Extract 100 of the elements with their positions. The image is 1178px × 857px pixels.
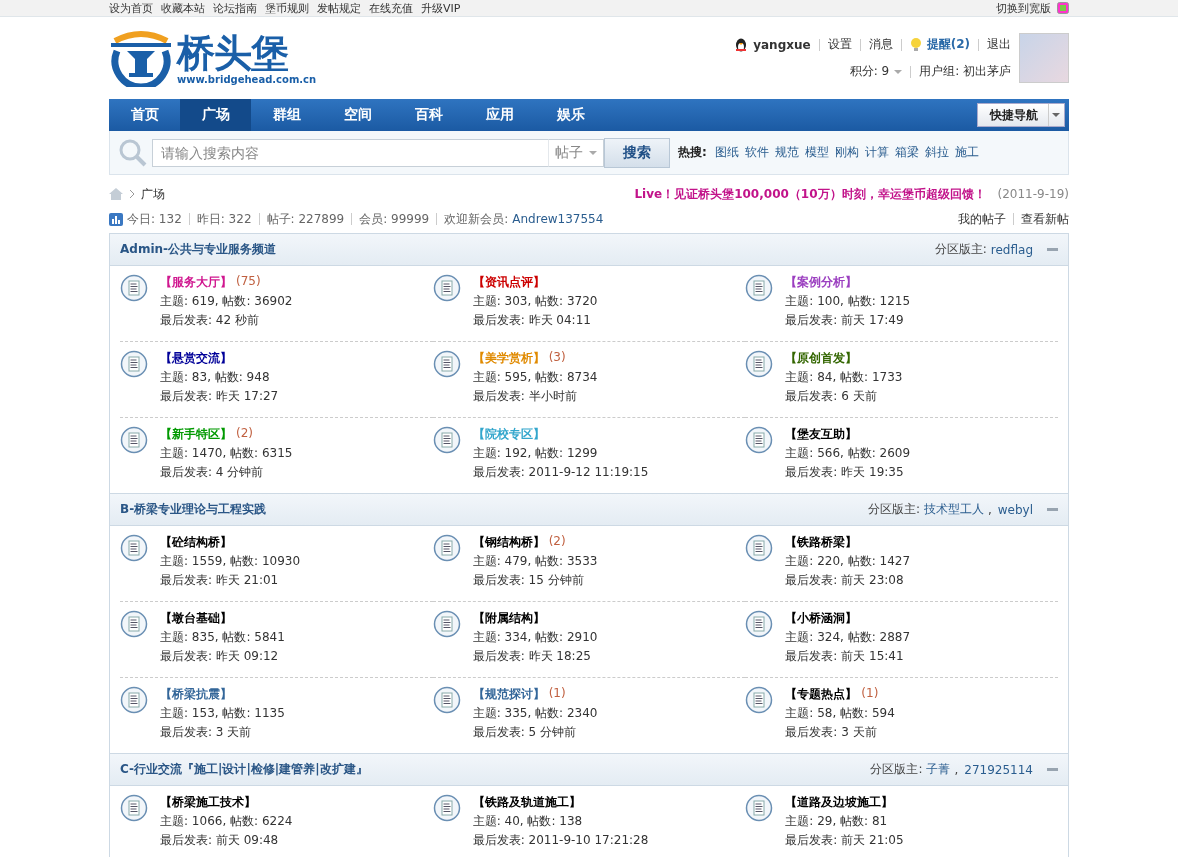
top-link[interactable]: 发帖规定: [317, 0, 361, 16]
user-menu-link[interactable]: 设置: [827, 36, 852, 53]
forum-name-link[interactable]: 【小桥涵洞】: [785, 610, 858, 627]
last-post-text: 最后发表: 2011-9-12 11:19:15: [472, 464, 649, 481]
moderator-link[interactable]: redflag: [990, 242, 1033, 257]
logout-link[interactable]: 退出: [987, 36, 1011, 53]
top-link[interactable]: 论坛指南: [213, 0, 257, 16]
last-post-text: 最后发表: 3 天前: [785, 724, 878, 741]
forum-stats: 主题: 153, 帖数: 1135: [160, 705, 285, 722]
hot-search-link[interactable]: 刚构: [834, 144, 859, 161]
forum-name-link[interactable]: 【墩台基础】: [160, 610, 232, 627]
top-link[interactable]: 设为首页: [109, 0, 153, 16]
search-button[interactable]: 搜索: [604, 137, 670, 168]
forum-stats: 主题: 335, 帖数: 2340: [472, 705, 598, 722]
hot-search-link[interactable]: 软件: [744, 144, 769, 161]
forum-name-link[interactable]: 【桥梁抗震】: [160, 686, 232, 703]
hot-search-label: 热搜:: [678, 144, 707, 161]
breadcrumb-link[interactable]: 广场: [141, 185, 165, 203]
forum-name-link[interactable]: 【砼结构桥】: [160, 534, 232, 551]
last-post-text: 最后发表: 42 秒前: [160, 312, 260, 329]
moderator-label: 分区版主:: [867, 501, 920, 518]
last-post-text: 最后发表: 前天 17:49: [785, 312, 905, 329]
top-link[interactable]: 在线充值: [369, 0, 413, 16]
quick-link[interactable]: 查看新帖: [1021, 210, 1069, 228]
forum-name-link[interactable]: 【原创首发】: [785, 350, 858, 367]
hot-search-link[interactable]: 斜拉: [924, 144, 949, 161]
nav-tab[interactable]: 空间: [322, 99, 393, 131]
logo-url: www.bridgehead.com.cn: [177, 73, 317, 85]
section-title[interactable]: Admin-公共与专业服务频道: [120, 241, 277, 258]
nav-tab[interactable]: 群组: [251, 99, 322, 131]
forum-name-link[interactable]: 【资讯点评】: [472, 274, 545, 291]
forum-name-link[interactable]: 【服务大厅】: [160, 274, 232, 291]
hot-search-link[interactable]: 规范: [774, 144, 799, 161]
announcement-link[interactable]: Live！见证桥头堡100,000（10万）时刻，幸运堡币超级回馈！: [634, 185, 986, 203]
hot-search-link[interactable]: 模型: [804, 144, 829, 161]
last-post-text: 最后发表: 3 天前: [160, 724, 253, 741]
hot-search-link[interactable]: 图纸: [714, 144, 739, 161]
forum-stats: 主题: 100, 帖数: 1215: [785, 293, 911, 310]
forum-name-link[interactable]: 【堡友互助】: [785, 426, 858, 443]
quick-link[interactable]: 我的帖子: [958, 210, 1006, 228]
search-field[interactable]: 请输入搜索内容: [152, 138, 548, 167]
moderator-link[interactable]: 技术型工人: [923, 501, 984, 518]
forum-stats: 主题: 1470, 帖数: 6315: [160, 445, 293, 462]
search-scope-dropdown[interactable]: 帖子: [548, 138, 604, 167]
stat-text: 今日: 132: [127, 210, 182, 228]
nav-tab[interactable]: 娱乐: [535, 99, 606, 131]
new-post-count: (3): [548, 350, 566, 366]
new-member-link[interactable]: Andrew137554: [512, 212, 604, 226]
moderator-link[interactable]: 子菁: [926, 761, 951, 778]
nav-tab[interactable]: 广场: [180, 99, 251, 131]
forum-name-link[interactable]: 【铁路及轨道施工】: [472, 794, 581, 811]
moderator-link[interactable]: webyl: [997, 502, 1033, 517]
new-post-count: (1): [861, 686, 879, 702]
top-link[interactable]: 堡币规则: [265, 0, 309, 16]
user-menu-link[interactable]: 消息: [868, 36, 893, 53]
comma-text: ,: [987, 502, 992, 517]
logo-title: 桥头堡: [177, 31, 289, 74]
forum-name-link[interactable]: 【专题热点】: [785, 686, 858, 703]
forum-name-link[interactable]: 【桥梁施工技术】: [160, 794, 256, 811]
moderator-link[interactable]: 271925114: [964, 762, 1033, 777]
last-post-text: 最后发表: 昨天 18:25: [472, 648, 592, 665]
hot-search-link[interactable]: 施工: [954, 144, 979, 161]
forum-stats: 主题: 1559, 帖数: 10930: [160, 553, 301, 570]
moderator-label: 分区版主:: [870, 761, 923, 778]
forum-name-link[interactable]: 【规范探讨】: [472, 686, 545, 703]
new-post-count: (2): [236, 426, 253, 442]
forum-name-link[interactable]: 【铁路桥梁】: [785, 534, 858, 551]
hot-search-link[interactable]: 箱梁: [894, 144, 919, 161]
new-post-count: (2): [548, 534, 566, 550]
welcome-label: 欢迎新会员:: [444, 210, 509, 228]
username-link[interactable]: yangxue: [753, 37, 811, 52]
reminder-link[interactable]: 提醒(2): [926, 36, 970, 53]
quick-nav-button[interactable]: 快捷导航: [977, 103, 1065, 127]
forum-name-link[interactable]: 【悬赏交流】: [160, 350, 232, 367]
forum-stats: 主题: 619, 帖数: 36902: [160, 293, 293, 310]
announcement-date: (2011-9-19): [997, 187, 1069, 201]
points-dropdown[interactable]: 积分: 9: [849, 63, 890, 80]
last-post-text: 最后发表: 前天 15:41: [785, 648, 905, 665]
nav-tab[interactable]: 首页: [109, 99, 180, 131]
forum-name-link[interactable]: 【附属结构】: [472, 610, 545, 627]
forum-stats: 主题: 479, 帖数: 3533: [472, 553, 598, 570]
section-title[interactable]: C-行业交流『施工|设计|检修|建管养|改扩建』: [120, 761, 368, 778]
forum-name-link[interactable]: 【新手特区】: [160, 426, 232, 443]
forum-stats: 主题: 84, 帖数: 1733: [785, 369, 903, 386]
nav-tab[interactable]: 应用: [464, 99, 535, 131]
top-link[interactable]: 收藏本站: [161, 0, 205, 16]
forum-stats: 主题: 835, 帖数: 5841: [160, 629, 285, 646]
forum-stats: 主题: 566, 帖数: 2609: [785, 445, 911, 462]
section-title[interactable]: B-桥梁专业理论与工程实践: [120, 501, 267, 518]
forum-name-link[interactable]: 【道路及边坡施工】: [785, 794, 894, 811]
stat-text: 会员: 99999: [359, 210, 430, 228]
forum-name-link[interactable]: 【钢结构桥】: [472, 534, 545, 551]
forum-name-link[interactable]: 【案例分析】: [785, 274, 858, 291]
nav-tab[interactable]: 百科: [393, 99, 464, 131]
stat-text: 帖子: 227899: [266, 210, 345, 228]
last-post-text: 最后发表: 昨天 17:27: [160, 388, 279, 405]
hot-search-link[interactable]: 计算: [864, 144, 889, 161]
wide-toggle-link[interactable]: 切换到宽版: [996, 0, 1051, 16]
top-link[interactable]: 升级VIP: [421, 0, 461, 16]
last-post-text: 最后发表: 昨天 04:11: [472, 312, 592, 329]
